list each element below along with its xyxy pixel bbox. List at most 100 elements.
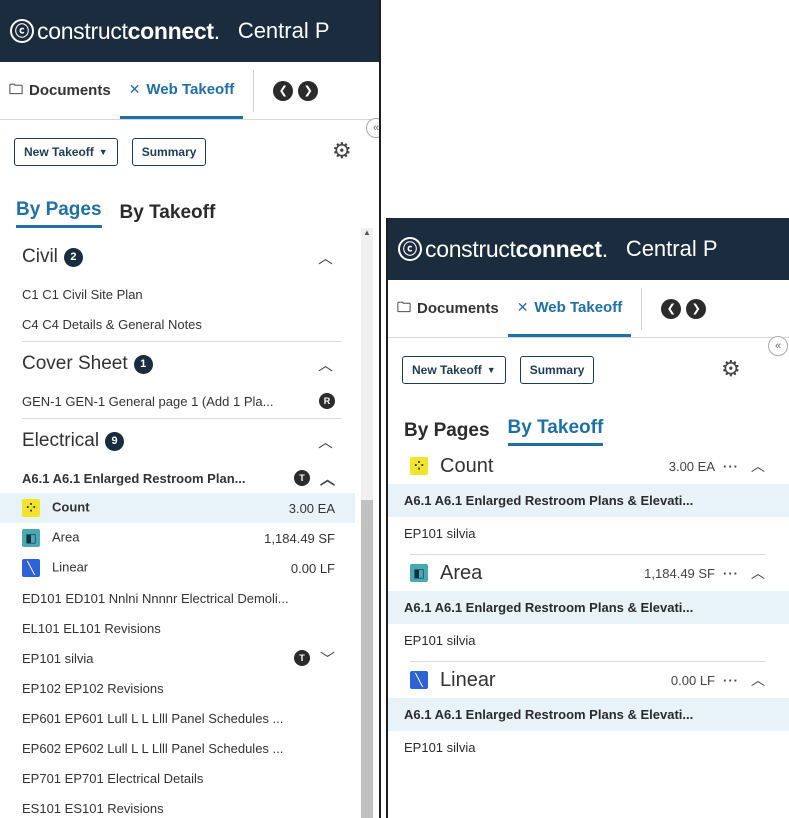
expanded-page-row[interactable]: A6.1 A6.1 Enlarged Restroom Plan... T ︿ xyxy=(0,463,355,493)
takeoff-page-row[interactable]: A6.1 A6.1 Enlarged Restroom Plans & Elev… xyxy=(388,698,789,731)
takeoff-group-count[interactable]: ⁘ Count 3.00 EA ··· ︿ xyxy=(388,448,789,484)
tab-by-takeoff[interactable]: By Takeoff xyxy=(507,417,604,446)
page-label: A6.1 A6.1 Enlarged Restroom Plan... xyxy=(22,470,246,486)
chevron-up-icon[interactable]: ︿ xyxy=(320,468,335,489)
list-item[interactable]: EP101 silvia T ﹀ xyxy=(0,643,355,673)
group-name: Electrical xyxy=(22,430,100,451)
takeoff-page-row[interactable]: EP101 silvia xyxy=(388,517,789,550)
measure-row-count[interactable]: ⁘ Count 3.00 EA xyxy=(0,493,355,523)
tab-documents[interactable]: 🗀 Documents xyxy=(388,280,508,337)
previous-icon[interactable]: ❮ xyxy=(661,298,682,319)
more-options-icon[interactable]: ··· xyxy=(723,459,739,474)
linear-icon: ╲ xyxy=(22,559,40,577)
takeoff-page-row[interactable]: EP101 silvia xyxy=(388,624,789,657)
tab-web-takeoff[interactable]: ✕ Web Takeoff xyxy=(119,62,244,119)
takeoff-badge: T xyxy=(293,470,310,486)
measure-name: Linear xyxy=(52,559,89,575)
view-tabs: By Pages By Takeoff xyxy=(388,402,789,446)
tab-documents[interactable]: 🗀 Documents xyxy=(0,62,120,119)
list-item[interactable]: EP701 EP701 Electrical Details xyxy=(0,763,355,793)
takeoff-toolbar: New Takeoff ▼ Summary ⚙ « xyxy=(388,336,789,402)
summary-button[interactable]: Summary xyxy=(519,356,595,384)
new-takeoff-label: New Takeoff xyxy=(412,363,482,377)
page-nav: ❮ ❯ xyxy=(656,298,707,319)
list-item[interactable]: EP602 EP602 Lull L L Llll Panel Schedule… xyxy=(0,733,355,763)
new-takeoff-button[interactable]: New Takeoff ▼ xyxy=(402,356,506,384)
list-item[interactable]: C4 C4 Details & General Notes xyxy=(0,309,355,339)
app-header: ⓒ constructconnect. Central P xyxy=(388,218,789,280)
page-label: EL101 EL101 Revisions xyxy=(22,620,161,636)
logo-light: construct xyxy=(425,235,516,262)
list-item[interactable]: C1 C1 Civil Site Plan xyxy=(0,279,355,309)
area-icon: ◧ xyxy=(410,564,428,583)
list-item[interactable]: EP601 EP601 Lull L L Llll Panel Schedule… xyxy=(0,703,355,733)
page-label: A6.1 A6.1 Enlarged Restroom Plans & Elev… xyxy=(404,600,694,615)
list-item[interactable]: ED101 ED101 Nnlni Nnnnr Electrical Demol… xyxy=(0,583,355,613)
tab-documents-label: Documents xyxy=(29,82,111,99)
tab-by-takeoff[interactable]: By Takeoff xyxy=(120,202,216,228)
page-label: ED101 ED101 Nnlni Nnnnr Electrical Demol… xyxy=(22,590,289,606)
folder-icon: 🗀 xyxy=(397,298,411,315)
app-header: ⓒ constructconnect. Central P xyxy=(0,0,379,62)
revision-badge: R xyxy=(319,393,335,409)
list-item[interactable]: GEN-1 GEN-1 General page 1 (Add 1 Pla...… xyxy=(0,386,355,416)
takeoff-group-area[interactable]: ◧ Area 1,184.49 SF ··· ︿ xyxy=(388,555,789,591)
more-options-icon[interactable]: ··· xyxy=(723,673,739,688)
logo-dot: . xyxy=(601,235,608,262)
caret-down-icon: ▼ xyxy=(98,147,108,157)
pages-list: Civil 2 ︿ C1 C1 Civil Site Plan C4 C4 Det… xyxy=(0,235,379,818)
list-item[interactable]: EL101 EL101 Revisions xyxy=(0,613,355,643)
chevron-down-icon[interactable]: ﹀ xyxy=(320,648,335,669)
summary-label: Summary xyxy=(141,145,197,159)
more-options-icon[interactable]: ··· xyxy=(723,566,739,581)
top-tabs: 🗀 Documents ✕ Web Takeoff ❮ ❯ xyxy=(0,62,379,120)
page-nav: ❮ ❯ xyxy=(268,80,319,101)
takeoff-value: 1,184.49 SF xyxy=(644,565,715,581)
ruler-pencil-icon: ✕ xyxy=(516,298,529,315)
measure-name: Count xyxy=(52,499,90,515)
new-takeoff-button[interactable]: New Takeoff ▼ xyxy=(14,138,118,166)
measure-name: Area xyxy=(52,529,80,545)
list-item[interactable]: ES101 ES101 Revisions xyxy=(0,793,355,818)
tab-by-pages[interactable]: By Pages xyxy=(16,199,102,228)
takeoff-group-linear[interactable]: ╲ Linear 0.00 LF ··· ︿ xyxy=(388,662,789,698)
group-cover-sheet[interactable]: Cover Sheet 1 ︿ xyxy=(0,342,355,386)
group-civil[interactable]: Civil 2 ︿ xyxy=(0,235,355,279)
gear-icon[interactable]: ⚙ xyxy=(721,356,741,382)
scrollbar-thumb[interactable] xyxy=(361,500,373,818)
chevron-up-icon[interactable]: ︿ xyxy=(318,247,333,268)
constructconnect-logo-icon: ⓒ xyxy=(398,237,422,261)
chevron-up-icon[interactable]: ︿ xyxy=(751,563,765,583)
tab-web-takeoff[interactable]: ✕ Web Takeoff xyxy=(507,280,632,337)
previous-icon[interactable]: ❮ xyxy=(273,80,294,101)
scroll-up-icon[interactable]: ▲ xyxy=(363,228,371,237)
collapse-panel-icon[interactable]: « xyxy=(768,336,788,356)
chevron-up-icon[interactable]: ︿ xyxy=(318,431,333,452)
folder-icon: 🗀 xyxy=(9,80,23,97)
measure-row-linear[interactable]: ╲ Linear 0.00 LF xyxy=(0,553,355,583)
count-badge: 1 xyxy=(133,354,153,374)
gear-icon[interactable]: ⚙ xyxy=(332,138,352,164)
takeoff-list: ⁘ Count 3.00 EA ··· ︿ A6.1 A6.1 Enlarged Re… xyxy=(388,448,789,764)
takeoff-page-row[interactable]: A6.1 A6.1 Enlarged Restroom Plans & Elev… xyxy=(388,484,789,517)
next-icon[interactable]: ❯ xyxy=(298,80,319,101)
takeoff-page-row[interactable]: EP101 silvia xyxy=(388,731,789,764)
summary-button[interactable]: Summary xyxy=(131,138,207,166)
by-pages-panel: ⓒ constructconnect. Central P 🗀 Document… xyxy=(0,0,381,818)
chevron-up-icon[interactable]: ︿ xyxy=(751,456,765,476)
group-electrical[interactable]: Electrical 9 ︿ xyxy=(0,419,355,463)
new-takeoff-label: New Takeoff xyxy=(24,145,94,159)
measure-row-area[interactable]: ◧ Area 1,184.49 SF xyxy=(0,523,355,553)
brand-logo: constructconnect. xyxy=(37,18,220,45)
group-name: Cover Sheet xyxy=(22,353,128,374)
scrollbar[interactable]: ▲ xyxy=(361,228,373,818)
takeoff-page-row[interactable]: A6.1 A6.1 Enlarged Restroom Plans & Elev… xyxy=(388,591,789,624)
tab-by-pages[interactable]: By Pages xyxy=(404,420,490,446)
collapse-panel-icon[interactable]: « xyxy=(366,118,379,138)
tab-web-takeoff-label: Web Takeoff xyxy=(146,80,235,98)
chevron-up-icon[interactable]: ︿ xyxy=(318,354,333,375)
list-item[interactable]: EP102 EP102 Revisions xyxy=(0,673,355,703)
takeoff-name: Count xyxy=(440,454,494,477)
next-icon[interactable]: ❯ xyxy=(686,298,707,319)
chevron-up-icon[interactable]: ︿ xyxy=(751,670,765,690)
